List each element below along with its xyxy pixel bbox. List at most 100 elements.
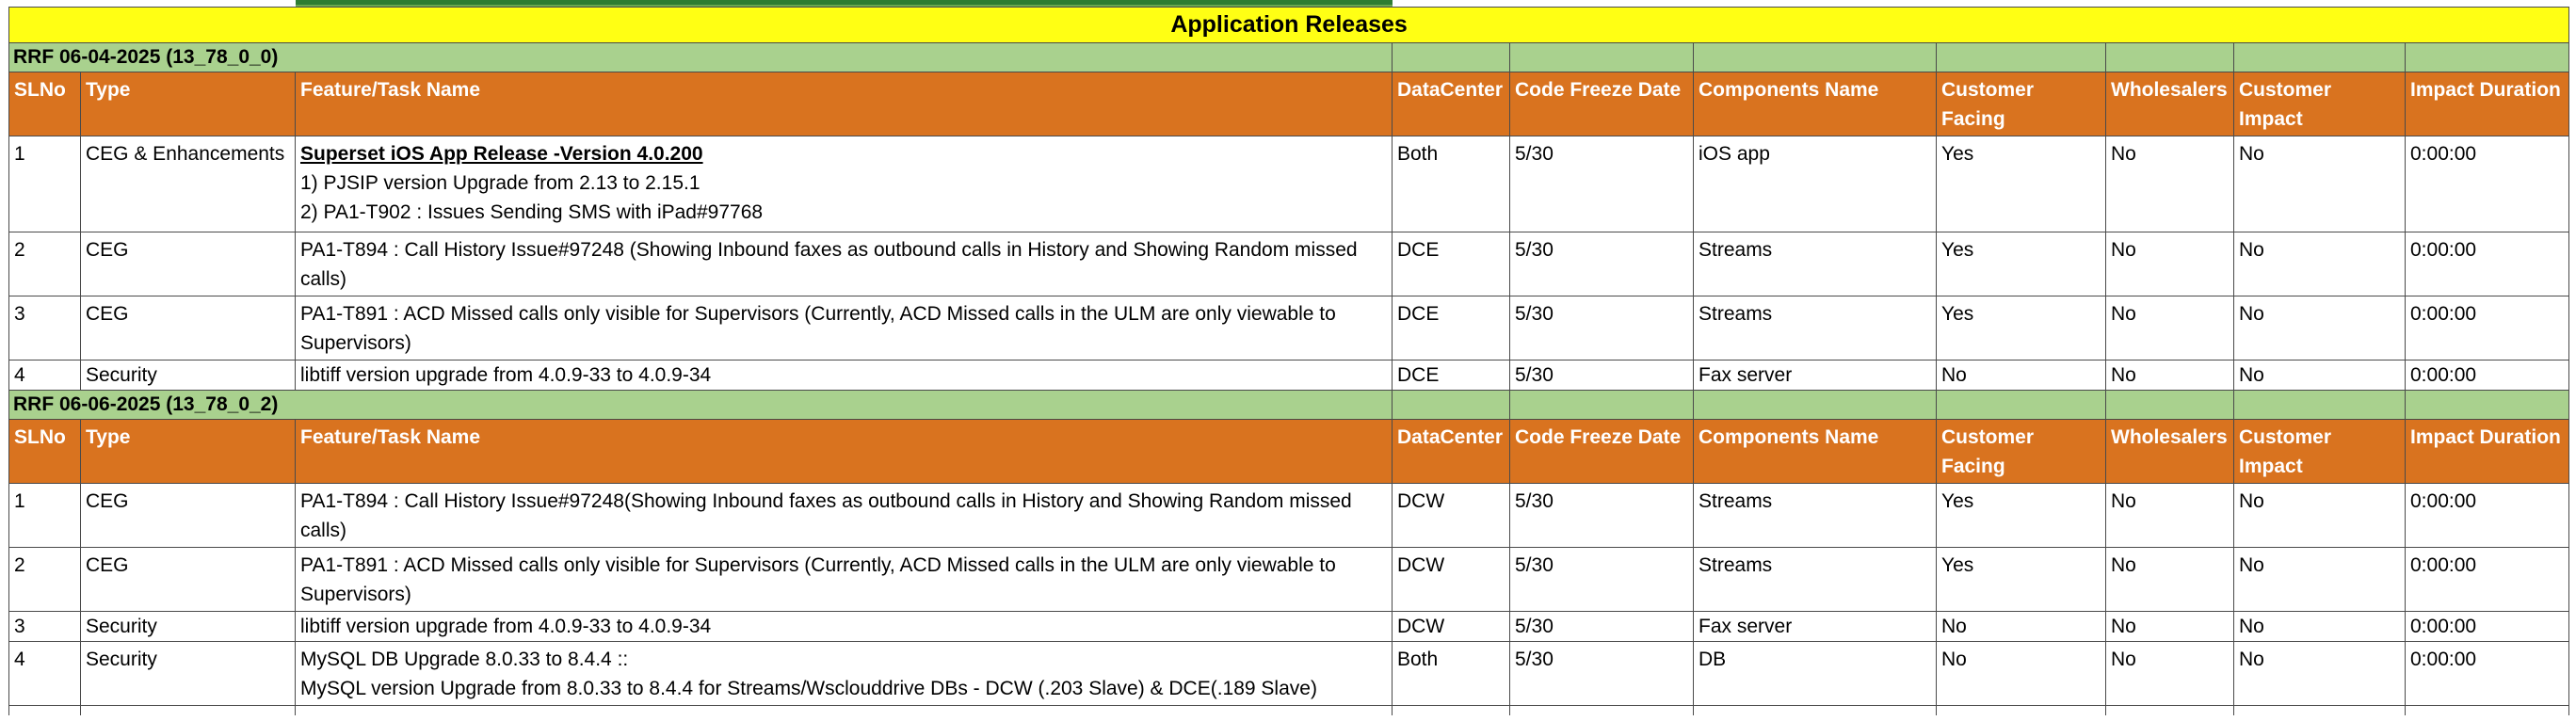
cell-feature[interactable]: Superset iOS App Release -Version 4.0.20… — [295, 136, 1393, 232]
cell-customer-facing[interactable]: Yes — [1936, 483, 2106, 548]
empty-cell[interactable] — [1936, 705, 2106, 715]
release-empty-cell[interactable] — [1392, 42, 1510, 72]
column-header-datacenter[interactable]: DataCenter — [1392, 72, 1510, 136]
column-header-feature[interactable]: Feature/Task Name — [295, 419, 1393, 484]
cell-datacenter[interactable]: Both — [1392, 641, 1510, 706]
release-empty-cell[interactable] — [2105, 390, 2234, 420]
release-label[interactable]: RRF 06-06-2025 (13_78_0_2) — [8, 390, 1393, 420]
column-header-component[interactable]: Components Name — [1693, 419, 1937, 484]
cell-customer-impact[interactable]: No — [2233, 136, 2406, 232]
cell-wholesalers[interactable]: No — [2105, 611, 2234, 642]
cell-slno[interactable]: 4 — [8, 360, 81, 391]
release-empty-cell[interactable] — [1392, 390, 1510, 420]
cell-customer-impact[interactable]: No — [2233, 547, 2406, 612]
column-header-code-freeze[interactable]: Code Freeze Date — [1509, 72, 1694, 136]
release-empty-cell[interactable] — [1509, 42, 1694, 72]
cell-customer-facing[interactable]: No — [1936, 611, 2106, 642]
cell-impact-duration[interactable]: 0:00:00 — [2404, 136, 2570, 232]
cell-code-freeze[interactable]: 5/30 — [1509, 611, 1694, 642]
release-empty-cell[interactable] — [2404, 390, 2570, 420]
column-header-customer-facing[interactable]: Customer Facing — [1936, 72, 2106, 136]
cell-component[interactable]: Fax server — [1693, 611, 1937, 642]
cell-datacenter[interactable]: DCW — [1392, 483, 1510, 548]
cell-slno[interactable]: 3 — [8, 611, 81, 642]
release-empty-cell[interactable] — [1936, 42, 2106, 72]
cell-type[interactable]: CEG — [80, 483, 296, 548]
cell-component[interactable]: iOS app — [1693, 136, 1937, 232]
cell-code-freeze[interactable]: 5/30 — [1509, 296, 1694, 360]
column-header-type[interactable]: Type — [80, 419, 296, 484]
release-empty-cell[interactable] — [1693, 42, 1937, 72]
cell-customer-impact[interactable]: No — [2233, 483, 2406, 548]
cell-code-freeze[interactable]: 5/30 — [1509, 641, 1694, 706]
cell-component[interactable]: Streams — [1693, 296, 1937, 360]
cell-datacenter[interactable]: Both — [1392, 136, 1510, 232]
cell-feature[interactable]: PA1-T891 : ACD Missed calls only visible… — [295, 547, 1393, 612]
column-header-feature[interactable]: Feature/Task Name — [295, 72, 1393, 136]
cell-component[interactable]: Fax server — [1693, 360, 1937, 391]
cell-impact-duration[interactable]: 0:00:00 — [2404, 483, 2570, 548]
release-empty-cell[interactable] — [2105, 42, 2234, 72]
cell-type[interactable]: Security — [80, 641, 296, 706]
column-header-code-freeze[interactable]: Code Freeze Date — [1509, 419, 1694, 484]
release-empty-cell[interactable] — [2233, 42, 2406, 72]
cell-slno[interactable]: 2 — [8, 232, 81, 296]
cell-customer-impact[interactable]: No — [2233, 360, 2406, 391]
cell-impact-duration[interactable]: 0:00:00 — [2404, 641, 2570, 706]
empty-cell[interactable] — [2404, 705, 2570, 715]
cell-datacenter[interactable]: DCW — [1392, 611, 1510, 642]
cell-slno[interactable]: 1 — [8, 136, 81, 232]
column-header-type[interactable]: Type — [80, 72, 296, 136]
empty-cell[interactable] — [1509, 705, 1694, 715]
cell-component[interactable]: Streams — [1693, 232, 1937, 296]
column-header-slno[interactable]: SLNo — [8, 72, 81, 136]
cell-slno[interactable]: 2 — [8, 547, 81, 612]
cell-customer-impact[interactable]: No — [2233, 641, 2406, 706]
empty-cell[interactable] — [8, 705, 81, 715]
release-empty-cell[interactable] — [1509, 390, 1694, 420]
cell-customer-facing[interactable]: Yes — [1936, 547, 2106, 612]
cell-slno[interactable]: 4 — [8, 641, 81, 706]
cell-feature[interactable]: libtiff version upgrade from 4.0.9-33 to… — [295, 360, 1393, 391]
empty-cell[interactable] — [2233, 705, 2406, 715]
cell-customer-facing[interactable]: Yes — [1936, 232, 2106, 296]
cell-customer-facing[interactable]: Yes — [1936, 296, 2106, 360]
column-header-customer-facing[interactable]: Customer Facing — [1936, 419, 2106, 484]
cell-impact-duration[interactable]: 0:00:00 — [2404, 232, 2570, 296]
column-header-wholesalers[interactable]: Wholesalers — [2105, 419, 2234, 484]
cell-customer-facing[interactable]: No — [1936, 360, 2106, 391]
cell-code-freeze[interactable]: 5/30 — [1509, 232, 1694, 296]
cell-feature[interactable]: libtiff version upgrade from 4.0.9-33 to… — [295, 611, 1393, 642]
column-header-customer-impact[interactable]: Customer Impact — [2233, 419, 2406, 484]
cell-datacenter[interactable]: DCE — [1392, 232, 1510, 296]
cell-wholesalers[interactable]: No — [2105, 136, 2234, 232]
column-header-datacenter[interactable]: DataCenter — [1392, 419, 1510, 484]
column-header-customer-impact[interactable]: Customer Impact — [2233, 72, 2406, 136]
empty-cell[interactable] — [2105, 705, 2234, 715]
cell-impact-duration[interactable]: 0:00:00 — [2404, 296, 2570, 360]
cell-code-freeze[interactable]: 5/30 — [1509, 136, 1694, 232]
cell-wholesalers[interactable]: No — [2105, 483, 2234, 548]
release-empty-cell[interactable] — [2404, 42, 2570, 72]
cell-code-freeze[interactable]: 5/30 — [1509, 360, 1694, 391]
cell-type[interactable]: Security — [80, 611, 296, 642]
cell-feature[interactable]: PA1-T894 : Call History Issue#97248 (Sho… — [295, 232, 1393, 296]
cell-component[interactable]: DB — [1693, 641, 1937, 706]
cell-customer-facing[interactable]: Yes — [1936, 136, 2106, 232]
cell-feature[interactable]: PA1-T891 : ACD Missed calls only visible… — [295, 296, 1393, 360]
release-empty-cell[interactable] — [2233, 390, 2406, 420]
column-header-wholesalers[interactable]: Wholesalers — [2105, 72, 2234, 136]
cell-component[interactable]: Streams — [1693, 483, 1937, 548]
cell-type[interactable]: CEG & Enhancements — [80, 136, 296, 232]
empty-cell[interactable] — [295, 705, 1393, 715]
cell-customer-impact[interactable]: No — [2233, 611, 2406, 642]
cell-code-freeze[interactable]: 5/30 — [1509, 483, 1694, 548]
cell-impact-duration[interactable]: 0:00:00 — [2404, 611, 2570, 642]
cell-impact-duration[interactable]: 0:00:00 — [2404, 547, 2570, 612]
cell-customer-impact[interactable]: No — [2233, 296, 2406, 360]
empty-cell[interactable] — [1693, 705, 1937, 715]
cell-feature[interactable]: PA1-T894 : Call History Issue#97248(Show… — [295, 483, 1393, 548]
cell-datacenter[interactable]: DCW — [1392, 547, 1510, 612]
sheet-title[interactable]: Application Releases — [8, 7, 2570, 43]
cell-feature[interactable]: MySQL DB Upgrade 8.0.33 to 8.4.4 :: MySQL… — [295, 641, 1393, 706]
